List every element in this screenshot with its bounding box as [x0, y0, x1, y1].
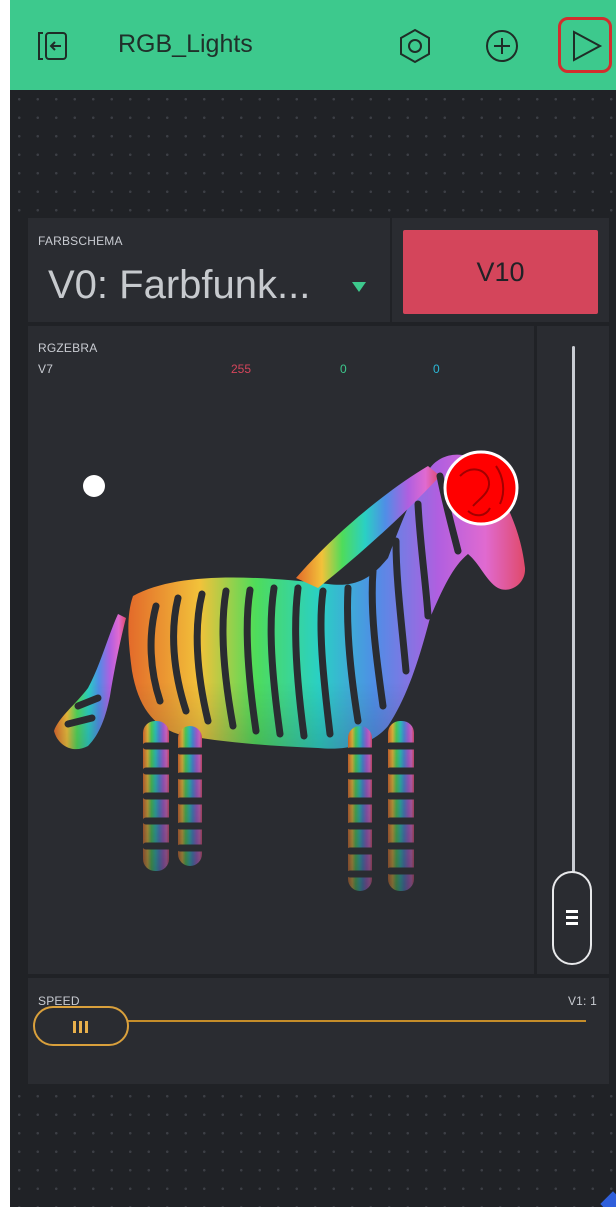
farbschema-menu[interactable]: FARBSCHEMA V0: Farbfunk... [28, 218, 390, 322]
vertical-slider-thumb[interactable] [552, 871, 592, 965]
empty-grid-area[interactable] [10, 90, 616, 215]
vertical-slider-track[interactable] [572, 346, 575, 906]
project-title: RGB_Lights [118, 30, 253, 58]
speed-slider-thumb[interactable] [33, 1006, 129, 1046]
v10-widget: V10 [392, 218, 609, 322]
dropdown-arrow-icon[interactable] [352, 282, 366, 292]
plus-circle-icon[interactable] [482, 26, 522, 66]
speed-slider-widget: SPEED V1: 1 [28, 978, 609, 1084]
exit-icon[interactable] [32, 26, 72, 66]
zebra-image[interactable] [28, 326, 534, 974]
white-marker[interactable] [83, 475, 105, 497]
top-bar: RGB_Lights [10, 0, 616, 90]
color-selector-handle[interactable] [443, 450, 519, 526]
speed-slider-track[interactable] [128, 1020, 586, 1022]
play-button[interactable] [558, 17, 612, 73]
farbschema-label: FARBSCHEMA [38, 234, 123, 248]
play-icon [573, 30, 603, 62]
empty-grid-area[interactable] [10, 1087, 616, 1207]
nut-settings-icon[interactable] [395, 26, 435, 66]
zebra-color-picker[interactable]: RGZEBRA V7 255 0 0 [28, 326, 534, 974]
speed-value: V1: 1 [567, 994, 597, 1008]
app-screen: RGB_Lights FARBSCHEMA V0: Farbfunk... V1… [10, 0, 616, 1207]
farbschema-value[interactable]: V0: Farbfunk... [48, 263, 310, 308]
vertical-slider-widget [537, 326, 609, 974]
v10-button[interactable]: V10 [403, 230, 598, 314]
